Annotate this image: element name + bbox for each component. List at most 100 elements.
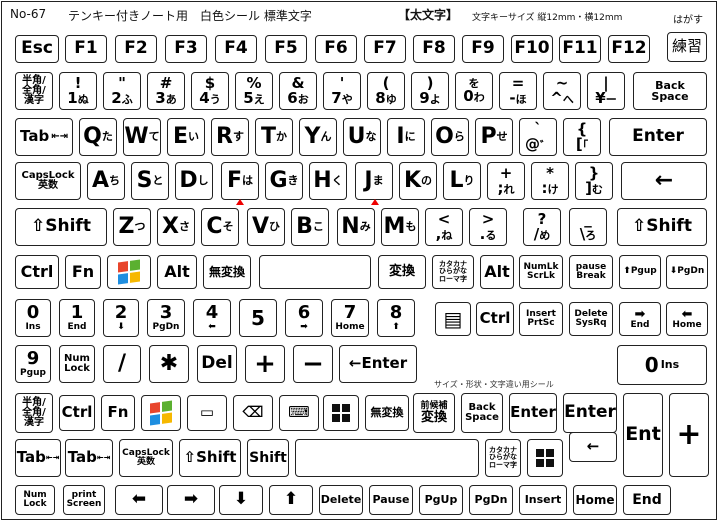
key-fn-spare[interactable]: Fn (101, 395, 135, 431)
key-4[interactable]: $4う (191, 72, 229, 110)
key-m[interactable]: Mも (381, 208, 419, 246)
key-np2-down[interactable]: 2 ⬇ (103, 299, 139, 337)
key-pgdn[interactable]: ⬇PgDn (666, 255, 708, 289)
key-enter[interactable]: Enter (609, 118, 707, 156)
key-g[interactable]: Gき (265, 162, 303, 200)
key-tab-spare-2[interactable]: Tab ⇤⇥ (65, 439, 113, 477)
key-semicolon[interactable]: + ;れ (487, 162, 525, 200)
key-end-word[interactable]: End (623, 485, 671, 515)
key-numlock[interactable]: Num Lock (59, 345, 95, 383)
key-arrow-up[interactable]: ⬆ (269, 485, 313, 515)
key-ctrl-spare[interactable]: Ctrl (59, 395, 95, 431)
key-8[interactable]: (8ゆ (367, 72, 405, 110)
key-z[interactable]: Zつ (113, 208, 151, 246)
key-np-del[interactable]: Del (197, 345, 237, 383)
key-s[interactable]: Sと (131, 162, 169, 200)
key-i[interactable]: Iに (387, 118, 425, 156)
key-backslash[interactable]: _ \ろ (569, 208, 607, 246)
key-colon[interactable]: *:け (531, 162, 569, 200)
key-insert[interactable]: Insert (519, 485, 567, 515)
key-np7-home[interactable]: 7 Home (331, 299, 369, 337)
key-pgdn-word[interactable]: PgDn (469, 485, 513, 515)
key-f12[interactable]: F12 (608, 35, 650, 63)
key-windows-spare[interactable] (141, 395, 181, 431)
key-caret[interactable]: ~ ^へ (543, 72, 581, 110)
key-shift-plain[interactable]: Shift (247, 439, 289, 477)
key-p[interactable]: Pせ (475, 118, 513, 156)
key-t[interactable]: Tか (255, 118, 293, 156)
key-d[interactable]: Dし (175, 162, 213, 200)
key-backspace[interactable]: Back Space (633, 72, 707, 110)
key-f5[interactable]: F5 (265, 35, 307, 63)
key-k[interactable]: Kの (399, 162, 437, 200)
key-np-plus[interactable]: + (245, 345, 285, 383)
key-menu[interactable]: ▤ (435, 302, 471, 336)
key-np8-up[interactable]: 8 ⬆ (377, 299, 415, 337)
key-comma[interactable]: < ,ね (425, 208, 463, 246)
key-muhenkan-spare[interactable]: 無変換 (365, 395, 409, 431)
key-n[interactable]: Nみ (337, 208, 375, 246)
key-backspace-icon[interactable]: ⌫ (233, 395, 273, 431)
key-l[interactable]: Lり (443, 162, 481, 200)
key-5[interactable]: % 5え (235, 72, 273, 110)
key-capslock-spare[interactable]: CapsLock 英数 (119, 439, 173, 477)
key-0[interactable]: を 0わ (455, 72, 493, 110)
key-h[interactable]: Hく (309, 162, 347, 200)
key-end[interactable]: ➡ End (619, 302, 661, 336)
key-f10[interactable]: F10 (511, 35, 553, 63)
key-pause[interactable]: Pause (369, 485, 413, 515)
key-kana[interactable]: カタカナ ひらがな ローマ字 (432, 255, 474, 289)
key-windows-mono-spare[interactable] (527, 439, 563, 477)
key-np9-pgup[interactable]: 9 Pgup (15, 345, 51, 383)
key-f1[interactable]: F1 (65, 35, 107, 63)
key-windows[interactable] (107, 255, 151, 289)
key-ctrl-right[interactable]: Ctrl (476, 302, 514, 336)
key-numlock-spare[interactable]: Num Lock (15, 485, 55, 515)
key-keyboard-icon[interactable]: ⌨ (279, 395, 319, 431)
key-home-word[interactable]: Home (573, 485, 617, 515)
key-2[interactable]: " 2ふ (103, 72, 141, 110)
key-np1-end[interactable]: 1 End (59, 299, 95, 337)
key-f2[interactable]: F2 (115, 35, 157, 63)
key-hankaku-spare[interactable]: 半角/全角/漢字 (15, 393, 53, 433)
key-w[interactable]: Wて (123, 118, 161, 156)
key-j[interactable]: Jま (355, 162, 393, 200)
key-3[interactable]: #3あ (147, 72, 185, 110)
key-zero-ins-wide[interactable]: 0 Ins (617, 345, 707, 385)
key-r[interactable]: Rす (211, 118, 249, 156)
key-f8[interactable]: F8 (413, 35, 455, 63)
key-alt-left[interactable]: Alt (157, 255, 197, 289)
key-enter-spare-2[interactable]: Enter (563, 393, 617, 433)
key-np-minus[interactable]: − (293, 345, 333, 383)
key-np5[interactable]: 5 (239, 299, 277, 337)
key-tab-spare-1[interactable]: Tab ⇤⇥ (15, 439, 61, 477)
key-space[interactable] (259, 255, 371, 289)
key-u[interactable]: Uな (343, 118, 381, 156)
key-np6-right[interactable]: 6 ➡ (285, 299, 323, 337)
key-f9[interactable]: F9 (462, 35, 504, 63)
key-tab[interactable]: Tab ⇤⇥ (15, 118, 73, 156)
key-f4[interactable]: F4 (215, 35, 257, 63)
key-np-slash[interactable]: / (103, 345, 141, 383)
key-blank-spare[interactable]: ▭ (187, 395, 227, 431)
key-e[interactable]: Eい (167, 118, 205, 156)
key-hankaku[interactable]: 半角/全角/漢字 (15, 72, 53, 110)
key-pause-break[interactable]: pause Break (569, 255, 613, 289)
key-a[interactable]: Aち (87, 162, 125, 200)
key-windows-mono[interactable] (323, 395, 359, 431)
key-shift-left[interactable]: ⇧Shift (15, 208, 107, 246)
key-pgup-word[interactable]: PgUp (419, 485, 463, 515)
key-print-screen[interactable]: print Screen (63, 485, 105, 515)
key-np4-left[interactable]: 4 ⬅ (193, 299, 231, 337)
key-np-enter[interactable]: ←Enter (339, 345, 417, 383)
key-9[interactable]: ) 9よ (411, 72, 449, 110)
key-fn[interactable]: Fn (65, 255, 101, 289)
key-plus-tall[interactable]: + (669, 393, 709, 477)
key-b[interactable]: Bこ (291, 208, 329, 246)
key-arrow-left[interactable]: ⬅ (115, 485, 163, 515)
key-f7[interactable]: F7 (364, 35, 406, 63)
key-v[interactable]: Vひ (247, 208, 285, 246)
key-arrow-right[interactable]: ➡ (167, 485, 215, 515)
key-ent-tall[interactable]: Ent (623, 393, 663, 477)
key-ctrl[interactable]: Ctrl (15, 255, 59, 289)
